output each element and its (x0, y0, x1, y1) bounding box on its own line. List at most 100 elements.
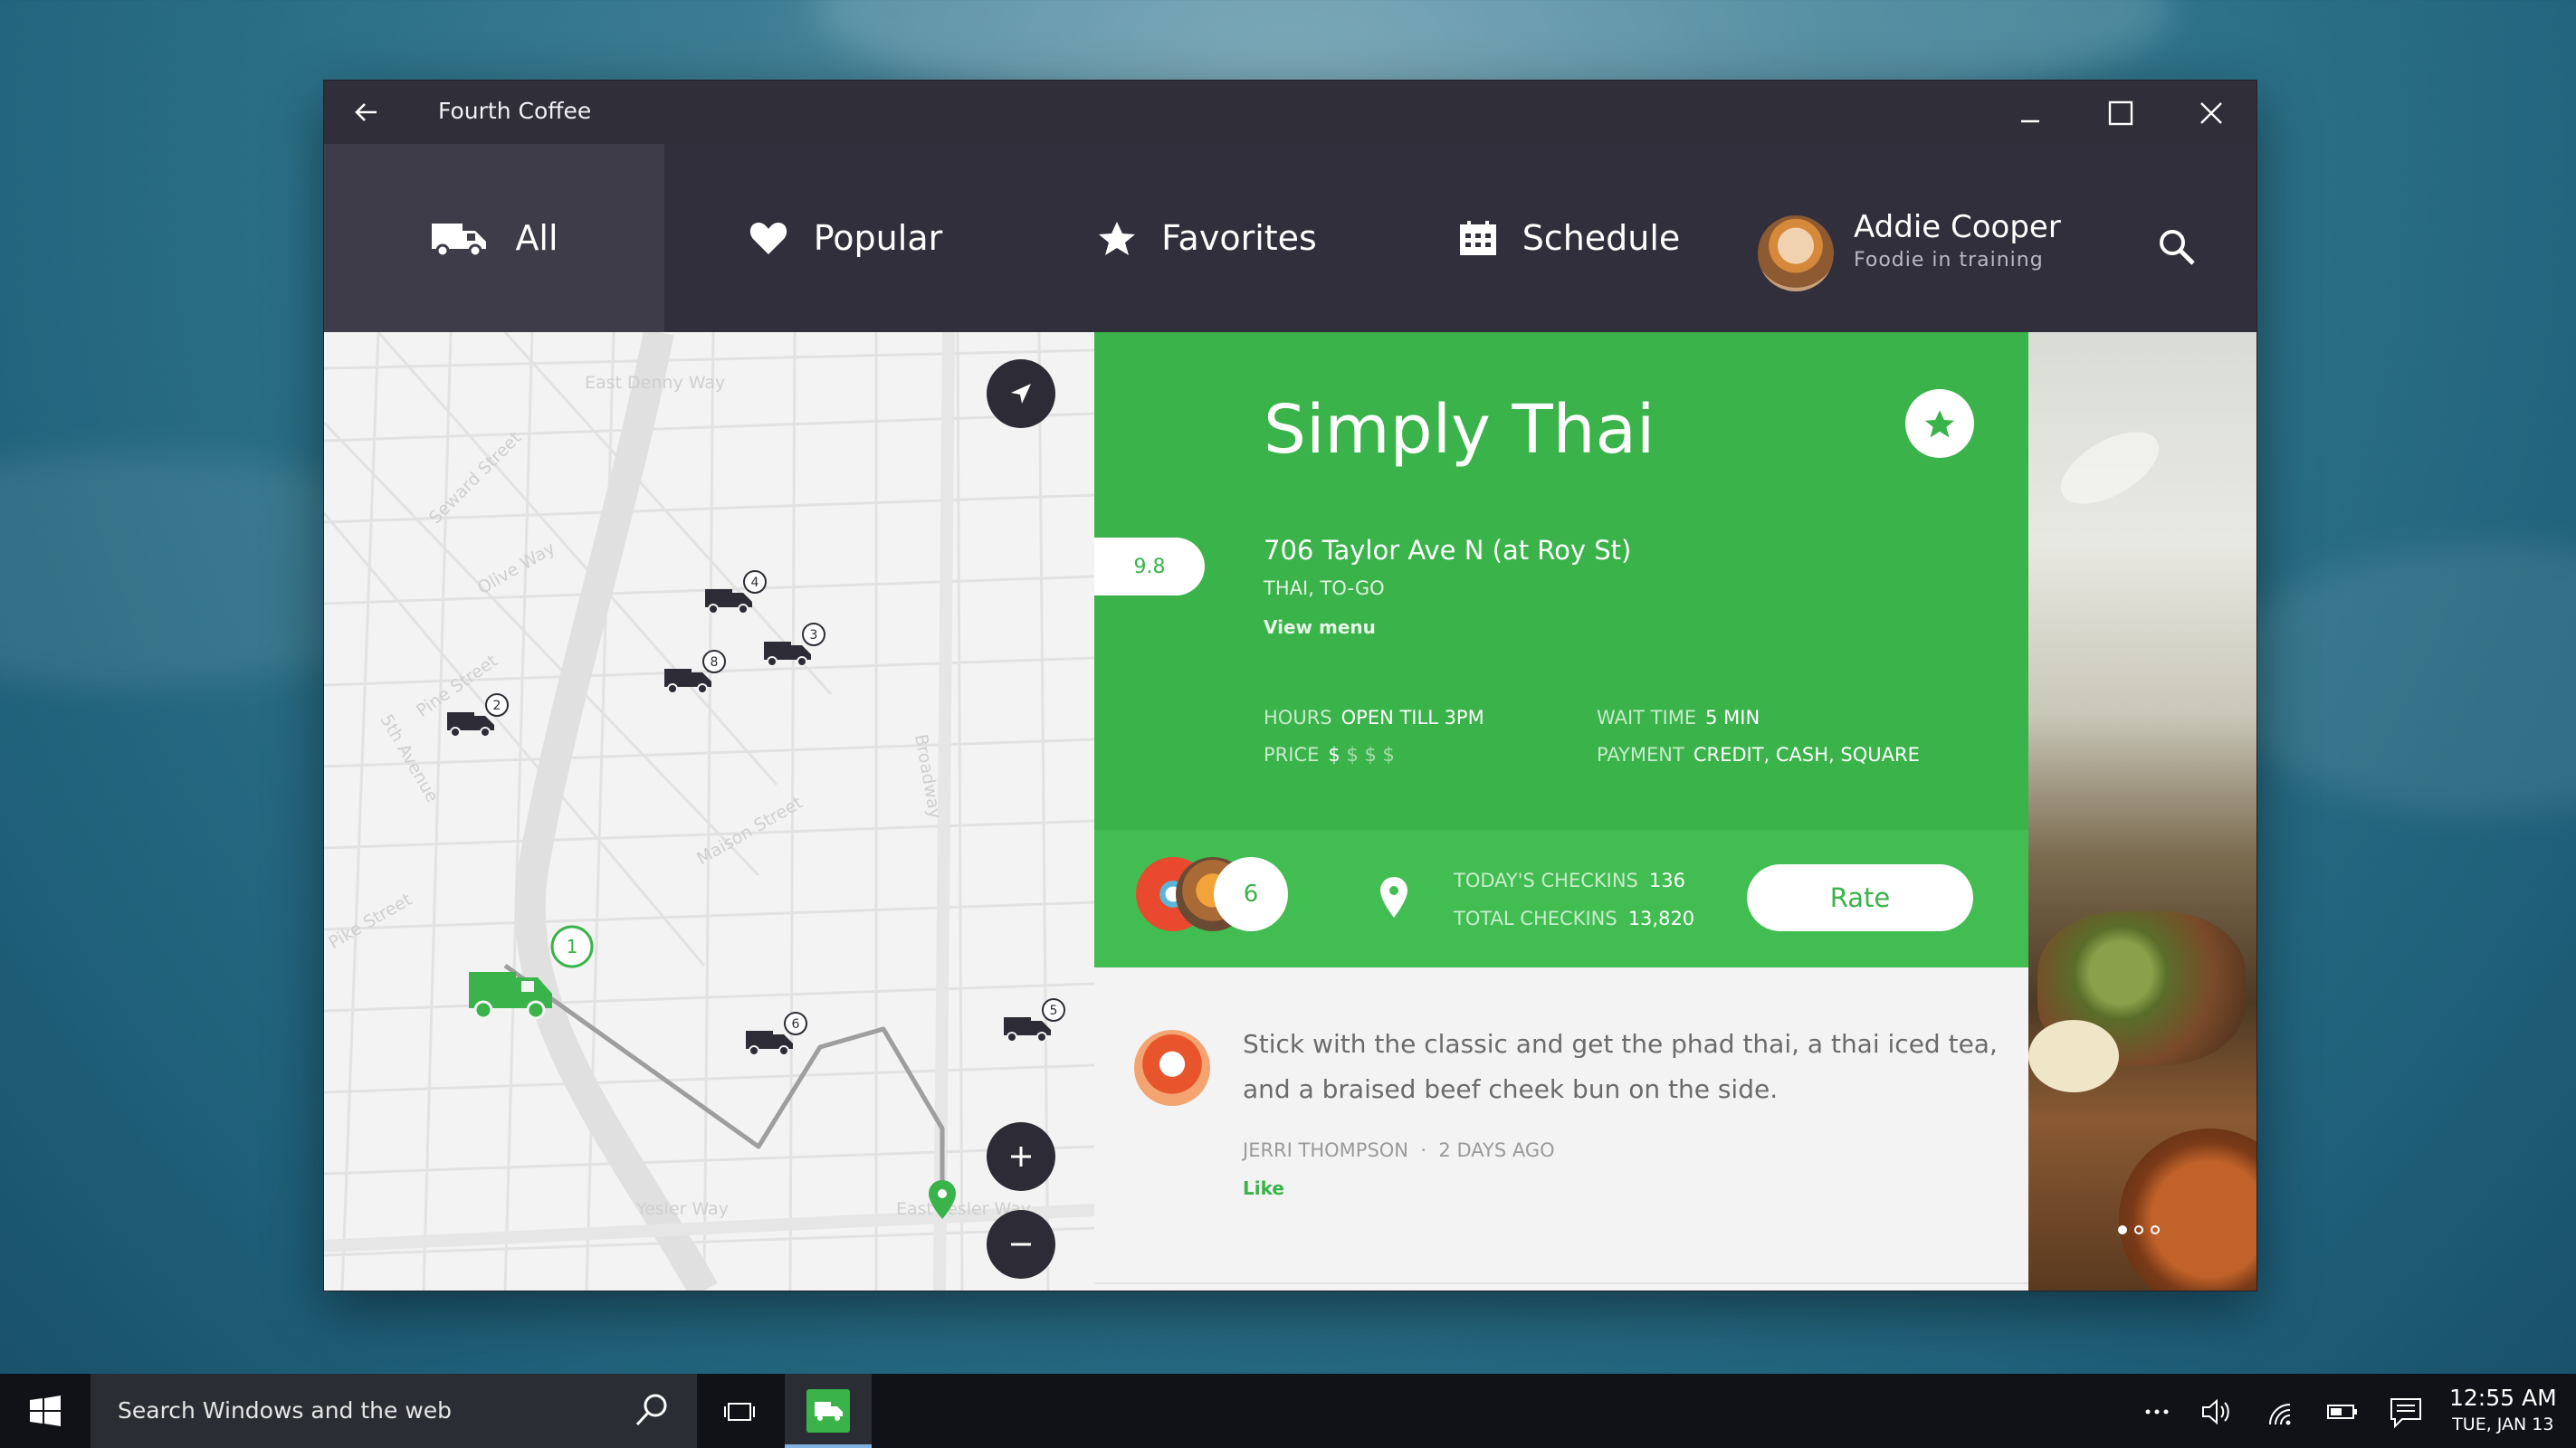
carousel-dot[interactable] (2151, 1225, 2160, 1234)
start-button[interactable] (0, 1374, 91, 1448)
search-placeholder: Search Windows and the web (118, 1397, 453, 1424)
tab-favorites-label: Favorites (1161, 218, 1317, 258)
truck-marker-number: 5 (1050, 1004, 1058, 1018)
checkins-bar: 6 TODAY'S CHECKINS 136 TOTAL CHECKINS 13,8… (1094, 830, 2028, 967)
favorite-button[interactable] (1905, 389, 1974, 458)
calendar-icon (1459, 221, 1496, 255)
wait-time-label: WAIT TIME (1597, 707, 1697, 729)
locate-me-button[interactable] (987, 359, 1055, 428)
back-arrow-icon[interactable] (351, 97, 382, 128)
user-avatar[interactable] (1758, 215, 1834, 291)
price-sign: $ (1364, 744, 1383, 766)
truck-marker-number: 1 (567, 936, 578, 957)
map-street-label: East Denny Way (585, 373, 726, 393)
hours-value: OPEN TILL 3PM (1340, 707, 1484, 729)
taskbar-clock[interactable]: 12:55 AM TUE, JAN 13 (2449, 1385, 2557, 1434)
carousel-dot-active[interactable] (2118, 1225, 2127, 1234)
truck-marker[interactable]: 8 (659, 649, 730, 703)
windows-logo-icon (30, 1396, 61, 1426)
review-time: 2 DAYS AGO (1438, 1139, 1555, 1161)
tab-popular-label: Popular (813, 218, 943, 258)
map-view[interactable]: East Denny Way Seward Street Olive Way P… (324, 332, 1094, 1291)
minimize-button[interactable] (2010, 93, 2050, 133)
meta-separator: · (1414, 1139, 1433, 1161)
action-center-icon[interactable] (2388, 1394, 2424, 1430)
restaurant-address: 706 Taylor Ave N (at Roy St) (1264, 535, 1632, 566)
search-icon[interactable] (2156, 226, 2198, 268)
restaurant-name: Simply Thai (1264, 391, 1655, 469)
task-view-icon[interactable] (721, 1394, 758, 1430)
rating-score-badge: 9.8 (1094, 538, 1205, 595)
taskbar-app-fourth-coffee[interactable] (785, 1374, 872, 1448)
taskbar: Search Windows and the web 12:55 AM TUE,… (0, 1374, 2576, 1448)
carousel-dot[interactable] (2134, 1225, 2143, 1234)
zoom-out-button[interactable] (987, 1210, 1055, 1279)
wallpaper-light (2218, 543, 2576, 814)
price-label: PRICE (1264, 744, 1320, 766)
user-subtitle: Foodie in training (1854, 249, 2044, 272)
rate-button[interactable]: Rate (1747, 864, 1973, 931)
clock-time: 12:55 AM (2449, 1385, 2557, 1411)
tab-popular[interactable]: Popular (664, 144, 1026, 332)
truck-marker[interactable]: 4 (700, 569, 770, 624)
battery-icon[interactable] (2324, 1394, 2361, 1430)
review-card: Stick with the classic and get the phad … (1094, 967, 2028, 1291)
plus-icon (1011, 1147, 1031, 1167)
tab-schedule-label: Schedule (1522, 218, 1681, 258)
review-text: Stick with the classic and get the phad … (1243, 1029, 1998, 1104)
tab-all[interactable]: All (324, 144, 664, 332)
truck-marker-selected[interactable]: 1 (460, 925, 597, 1024)
price-sign: $ (1346, 744, 1365, 766)
checkin-count-badge[interactable]: 6 (1214, 857, 1288, 931)
active-app-indicator (785, 1444, 872, 1448)
todays-checkins: TODAY'S CHECKINS 136 (1454, 870, 1685, 891)
truck-marker[interactable]: 2 (442, 692, 512, 747)
star-icon (1099, 222, 1136, 255)
more-icon[interactable] (2139, 1394, 2175, 1430)
volume-icon[interactable] (2198, 1394, 2234, 1430)
tab-schedule[interactable]: Schedule (1388, 144, 1751, 332)
todays-checkins-value: 136 (1648, 870, 1685, 891)
photo-detail (2119, 1129, 2256, 1291)
truck-icon (815, 1402, 843, 1421)
user-name: Addie Cooper (1854, 209, 2061, 245)
zoom-in-button[interactable] (987, 1122, 1055, 1191)
total-checkins: TOTAL CHECKINS 13,820 (1454, 908, 1694, 929)
truck-marker[interactable]: 5 (998, 997, 1069, 1052)
maximize-button[interactable] (2101, 93, 2141, 133)
like-link[interactable]: Like (1243, 1177, 1284, 1199)
taskbar-search[interactable]: Search Windows and the web (91, 1374, 697, 1448)
wifi-icon[interactable] (2261, 1394, 2297, 1430)
price-sign: $ (1328, 744, 1347, 766)
restaurant-detail: Simply Thai 9.8 706 Taylor Ave N (at Roy… (1094, 332, 2028, 830)
app-window: Fourth Coffee All Popular Favorites Sche… (324, 81, 2256, 1291)
location-pin-icon (1380, 877, 1407, 918)
truck-marker-number: 6 (792, 1017, 800, 1032)
reviewer-avatar[interactable] (1134, 1030, 1210, 1106)
view-menu-link[interactable]: View menu (1264, 616, 1376, 638)
tab-all-label: All (515, 218, 558, 258)
truck-marker-number: 8 (711, 655, 719, 670)
title-bar: Fourth Coffee (324, 81, 2256, 144)
price-sign: $ (1382, 744, 1395, 766)
truck-marker[interactable]: 3 (758, 622, 829, 676)
heart-icon (749, 223, 787, 254)
price-value: $ $ $ $ (1328, 744, 1395, 766)
close-button[interactable] (2191, 93, 2231, 133)
truck-marker[interactable]: 6 (740, 1011, 811, 1065)
tab-favorites[interactable]: Favorites (1026, 144, 1388, 332)
photo-detail (2049, 417, 2171, 519)
truck-marker-number: 2 (493, 699, 501, 713)
restaurant-photo[interactable] (2028, 332, 2256, 1291)
price-info: PRICE $ $ $ $ (1264, 744, 1395, 766)
todays-checkins-label: TODAY'S CHECKINS (1454, 870, 1638, 891)
review-meta: JERRI THOMPSON · 2 DAYS AGO (1243, 1139, 1555, 1161)
destination-pin-icon[interactable] (926, 1178, 959, 1222)
photo-detail (2028, 1020, 2119, 1092)
truck-marker-number: 4 (751, 576, 759, 590)
hours-label: HOURS (1264, 707, 1332, 729)
search-icon (635, 1394, 667, 1426)
clock-date: TUE, JAN 13 (2452, 1415, 2554, 1434)
payment-value: CREDIT, CASH, SQUARE (1693, 744, 1920, 766)
truck-icon (432, 224, 487, 258)
